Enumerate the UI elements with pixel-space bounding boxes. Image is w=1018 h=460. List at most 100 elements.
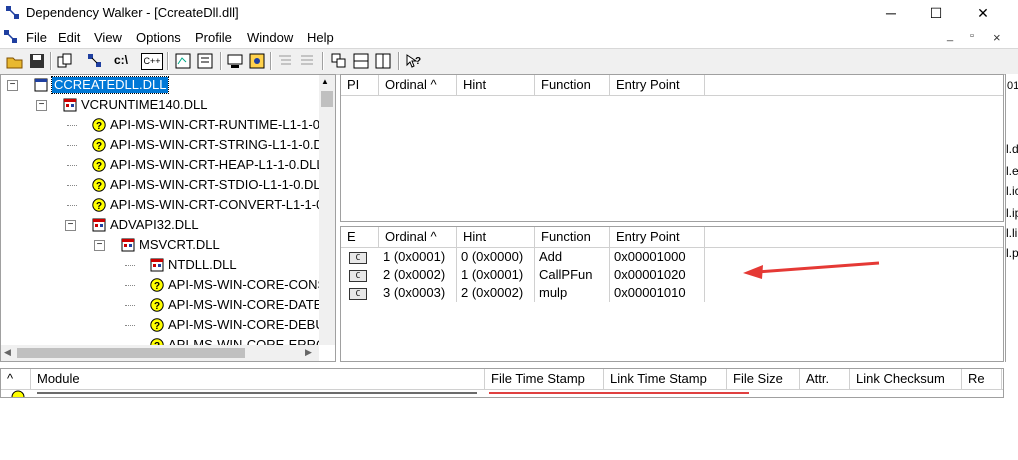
export-row[interactable]: C 2 (0x0002) 1 (0x0001) CallPFun 0x00001020 xyxy=(341,266,1003,284)
mdi-minimize-button[interactable]: _ xyxy=(947,30,953,42)
tree-connector xyxy=(67,125,77,126)
col-sort[interactable]: ^ xyxy=(1,369,31,389)
tree-node[interactable]: ? API-MS-WIN-CRT-STRING-L1-1-0.DLL xyxy=(1,135,319,155)
full-paths-button[interactable]: c:\ xyxy=(114,53,128,67)
col-real-checksum[interactable]: Re xyxy=(962,369,1002,389)
menu-window[interactable]: Window xyxy=(247,30,293,45)
tree-node[interactable]: ? API-MS-WIN-CRT-CONVERT-L1-1-0.DLL xyxy=(1,195,319,215)
help-icon[interactable]: ? xyxy=(404,52,422,70)
col-e[interactable]: E xyxy=(341,227,379,247)
tree-node-label[interactable]: API-MS-WIN-CRT-STRING-L1-1-0.DLL xyxy=(110,137,319,153)
menu-edit[interactable]: Edit xyxy=(58,30,80,45)
menu-help[interactable]: Help xyxy=(307,30,334,45)
scroll-up-icon[interactable]: ▲ xyxy=(321,77,329,86)
col-file-size[interactable]: File Size xyxy=(727,369,800,389)
tree-node[interactable]: ? API-MS-WIN-CORE-DEBUG-L1-1-0.DLL xyxy=(1,315,319,335)
highlight-icon[interactable] xyxy=(330,52,348,70)
missing-icon: ? xyxy=(92,198,106,212)
minimize-button[interactable]: ─ xyxy=(868,0,914,26)
save-icon[interactable] xyxy=(28,52,46,70)
menu-file[interactable]: File xyxy=(26,30,47,45)
tree-node-label[interactable]: CCREATEDLL.DLL xyxy=(50,76,170,94)
scroll-left-icon[interactable]: ◀ xyxy=(4,347,11,358)
autoexpand-icon[interactable] xyxy=(174,52,192,70)
col-ordinal[interactable]: Ordinal ^ xyxy=(379,75,457,95)
col-function[interactable]: Function xyxy=(535,227,610,247)
col-ordinal[interactable]: Ordinal ^ xyxy=(379,227,457,247)
system-info-icon[interactable] xyxy=(248,52,266,70)
tree-node[interactable]: − VCRUNTIME140.DLL xyxy=(1,95,319,115)
dll-root-icon xyxy=(34,78,48,92)
tree-node-label[interactable]: API-MS-WIN-CRT-HEAP-L1-1-0.DLL xyxy=(110,157,319,173)
export-row[interactable]: C 3 (0x0003) 2 (0x0002) mulp 0x00001010 xyxy=(341,284,1003,302)
tree-node-label[interactable]: MSVCRT.DLL xyxy=(139,237,220,253)
collapse-all-icon[interactable] xyxy=(298,52,316,70)
tree-connector xyxy=(125,305,135,306)
matching-icon[interactable] xyxy=(352,52,370,70)
find-icon[interactable] xyxy=(86,52,104,70)
tree-node[interactable]: ? API-MS-WIN-CORE-ERRORHANDLING-L1-1-0.DL… xyxy=(1,335,319,345)
edge-text: 015 xyxy=(1007,80,1018,92)
tree-node-label[interactable]: VCRUNTIME140.DLL xyxy=(81,97,207,113)
col-attr[interactable]: Attr. xyxy=(800,369,850,389)
scroll-right-icon[interactable]: ▶ xyxy=(305,347,312,358)
tree-node[interactable]: ? API-MS-WIN-CRT-STDIO-L1-1-0.DLL xyxy=(1,175,319,195)
edge-text: l.ic xyxy=(1006,184,1018,198)
tree-node-label[interactable]: ADVAPI32.DLL xyxy=(110,217,199,233)
tree-node[interactable]: ? API-MS-WIN-CORE-DATETIME-L1-1-0.DLL xyxy=(1,295,319,315)
menu-profile[interactable]: Profile xyxy=(195,30,232,45)
collapse-toggle-icon[interactable]: − xyxy=(36,100,47,111)
edge-text: l.e xyxy=(1006,164,1018,178)
collapse-toggle-icon[interactable]: − xyxy=(7,80,18,91)
open-icon[interactable] xyxy=(6,52,24,70)
tree-node-label[interactable]: API-MS-WIN-CRT-STDIO-L1-1-0.DLL xyxy=(110,177,319,193)
view-module-icon[interactable] xyxy=(226,52,244,70)
mdi-close-button[interactable]: × xyxy=(993,30,1001,45)
tree-node-label[interactable]: API-MS-WIN-CRT-RUNTIME-L1-1-0.DLL xyxy=(110,117,319,133)
tree-connector xyxy=(125,285,135,286)
tree-node[interactable]: − ADVAPI32.DLL xyxy=(1,215,319,235)
scroll-thumb[interactable] xyxy=(321,91,333,107)
tree-node[interactable]: − CCREATEDLL.DLL xyxy=(1,75,319,95)
tree-node-label[interactable]: NTDLL.DLL xyxy=(168,257,237,273)
scroll-thumb[interactable] xyxy=(17,348,245,358)
tree-node-label[interactable]: API-MS-WIN-CORE-DEBUG-L1-1-0.DLL xyxy=(168,317,319,333)
dll-icon xyxy=(63,98,77,112)
col-hint[interactable]: Hint xyxy=(457,227,535,247)
col-file-time-stamp[interactable]: File Time Stamp xyxy=(485,369,604,389)
menu-options[interactable]: Options xyxy=(136,30,181,45)
export-row[interactable]: C 1 (0x0001) 0 (0x0000) Add 0x00001000 xyxy=(341,248,1003,266)
col-link-checksum[interactable]: Link Checksum xyxy=(850,369,962,389)
col-function[interactable]: Function xyxy=(535,75,610,95)
tree-node-label[interactable]: API-MS-WIN-CORE-ERRORHANDLING-L1-1-0.DLL xyxy=(168,337,319,345)
col-hint[interactable]: Hint xyxy=(457,75,535,95)
tree-node[interactable]: ? API-MS-WIN-CRT-RUNTIME-L1-1-0.DLL xyxy=(1,115,319,135)
close-button[interactable]: ✕ xyxy=(960,0,1006,26)
svg-text:?: ? xyxy=(154,301,160,312)
tree-node-label[interactable]: API-MS-WIN-CRT-CONVERT-L1-1-0.DLL xyxy=(110,197,319,213)
col-entry-point[interactable]: Entry Point xyxy=(610,75,705,95)
col-pi[interactable]: PI xyxy=(341,75,379,95)
tree-node[interactable]: ? API-MS-WIN-CORE-CONSOLE-L1-1-0.DLL xyxy=(1,275,319,295)
maximize-button[interactable]: ☐ xyxy=(913,0,959,26)
tree-horizontal-scrollbar[interactable]: ◀ ▶ xyxy=(1,345,319,361)
menu-view[interactable]: View xyxy=(94,30,122,45)
tree-node[interactable]: NTDLL.DLL xyxy=(1,255,319,275)
toolbar: c:\ C++ ? xyxy=(0,48,1018,75)
col-entry-point[interactable]: Entry Point xyxy=(610,227,705,247)
tree-node[interactable]: − MSVCRT.DLL xyxy=(1,235,319,255)
collapse-toggle-icon[interactable]: − xyxy=(65,220,76,231)
expand-all-icon[interactable] xyxy=(276,52,294,70)
copy-icon[interactable] xyxy=(56,52,74,70)
col-module[interactable]: Module xyxy=(31,369,485,389)
tree-node[interactable]: ? API-MS-WIN-CRT-HEAP-L1-1-0.DLL xyxy=(1,155,319,175)
col-link-time-stamp[interactable]: Link Time Stamp xyxy=(604,369,727,389)
tree-node-label[interactable]: API-MS-WIN-CORE-DATETIME-L1-1-0.DLL xyxy=(168,297,319,313)
properties-icon[interactable] xyxy=(196,52,214,70)
tree-layout-icon[interactable] xyxy=(374,52,392,70)
collapse-toggle-icon[interactable]: − xyxy=(94,240,105,251)
mdi-restore-button[interactable]: ▫ xyxy=(970,30,974,42)
undecorate-cpp-button[interactable]: C++ xyxy=(141,53,163,70)
tree-vertical-scrollbar[interactable]: ▲ xyxy=(319,75,335,345)
tree-node-label[interactable]: API-MS-WIN-CORE-CONSOLE-L1-1-0.DLL xyxy=(168,277,319,293)
